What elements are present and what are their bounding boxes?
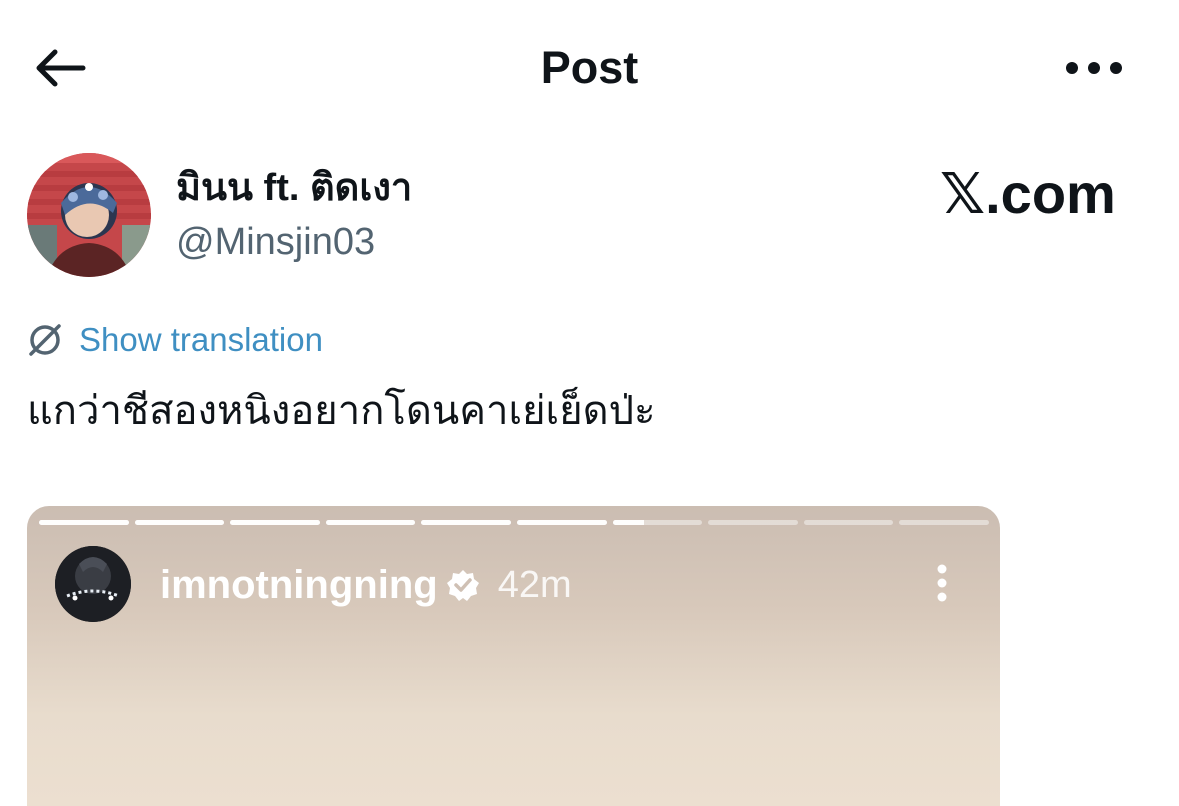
story-progress-segment [708, 520, 798, 525]
story-more-options-button[interactable] [917, 558, 967, 608]
story-progress-segment [134, 520, 225, 525]
story-progress-segment-current [612, 520, 703, 525]
story-progress-segment [899, 520, 989, 525]
top-bar: Post [0, 0, 1179, 130]
story-screenshot-media[interactable]: imnotningning 42m [27, 506, 1000, 806]
page-title: Post [540, 42, 639, 93]
story-progress-segment [421, 520, 511, 525]
story-timestamp: 42m [497, 564, 572, 606]
story-username[interactable]: imnotningning [160, 560, 438, 610]
story-progress-segment [803, 520, 894, 525]
show-translation-label: Show translation [79, 321, 323, 358]
story-progress-segment [516, 520, 607, 525]
author-display-name[interactable]: มินน ft. ติดเงา [176, 164, 412, 212]
story-progress-bar [39, 520, 989, 525]
more-options-button[interactable] [1059, 40, 1129, 96]
story-user-avatar[interactable] [55, 546, 131, 622]
story-progress-segment [230, 520, 320, 525]
avatar-image [27, 153, 151, 277]
author-handle[interactable]: @Minsjin03 [176, 218, 375, 266]
verified-badge-icon [446, 570, 479, 601]
x-com-watermark: 𝕏.com [940, 162, 1116, 225]
more-vertical-icon [937, 564, 947, 602]
story-avatar-image [55, 546, 131, 622]
author-avatar[interactable] [27, 153, 151, 277]
translate-globe-icon [29, 324, 61, 356]
story-user-info: imnotningning 42m [160, 560, 572, 610]
show-translation-button[interactable]: Show translation [27, 318, 323, 362]
story-progress-segment [39, 520, 129, 525]
story-progress-segment [325, 520, 416, 525]
post-text: แกว่าชีสองหนิงอยากโดนคาเย่เย็ดป่ะ [27, 389, 656, 433]
more-horizontal-icon [1066, 62, 1122, 74]
